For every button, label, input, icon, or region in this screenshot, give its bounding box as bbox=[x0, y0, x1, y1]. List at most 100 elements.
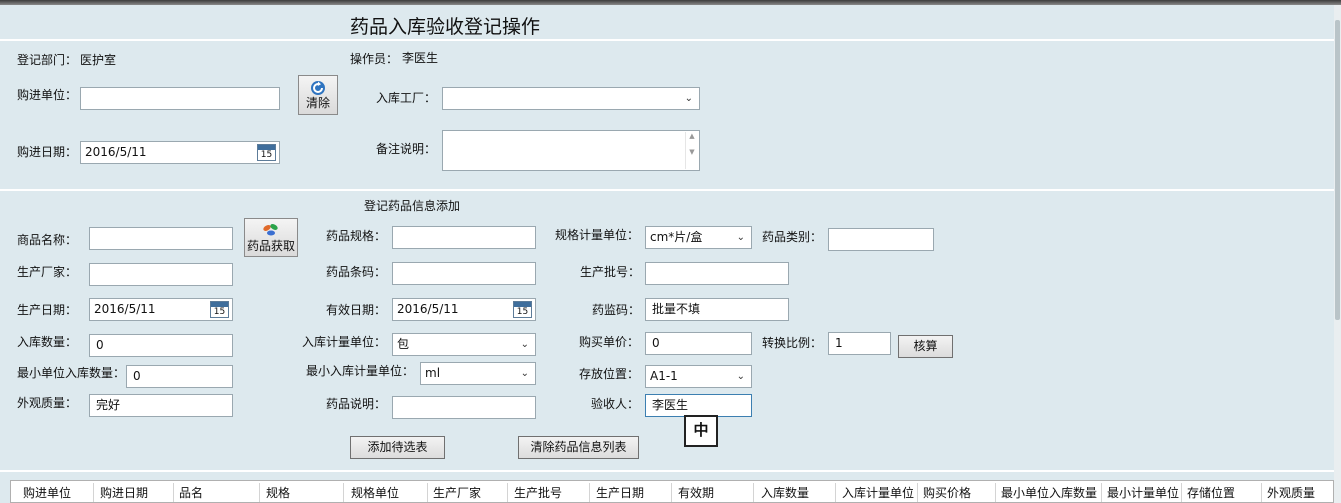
mfg-date-picker[interactable]: 2016/5/11 15 bbox=[89, 298, 233, 321]
grid-separator bbox=[0, 470, 1334, 472]
purchase-date-label: 购进日期： bbox=[17, 145, 78, 159]
supervise-code-input[interactable]: 批量不填 bbox=[645, 298, 789, 321]
vertical-scrollbar-thumb[interactable] bbox=[1335, 20, 1340, 320]
spec-unit-select[interactable]: cm*片/盒 ⌄ bbox=[645, 226, 752, 249]
product-name-label: 商品名称： bbox=[17, 233, 78, 247]
location-value: A1-1 bbox=[650, 369, 678, 383]
grid-col-header[interactable]: 购进日期 bbox=[100, 484, 148, 501]
barcode-label: 药品条码： bbox=[326, 265, 387, 279]
add-to-list-button[interactable]: 添加待选表 bbox=[350, 436, 445, 459]
qty-label: 入库数量： bbox=[17, 335, 78, 349]
remark-scrollbar[interactable]: ▲ ▼ bbox=[685, 132, 698, 169]
unit-value: 包 bbox=[397, 337, 410, 351]
clear-button-label: 清除 bbox=[305, 96, 330, 110]
spec-unit-value: cm*片/盒 bbox=[650, 230, 703, 244]
purchase-date-picker[interactable]: 2016/5/11 15 bbox=[80, 141, 280, 164]
grid-col-header[interactable]: 生产日期 bbox=[596, 484, 644, 501]
drug-list-grid-header: 购进单位 购进日期 品名 规格 规格单位 生产厂家 生产批号 生产日期 有效期 … bbox=[10, 480, 1334, 503]
product-name-input[interactable] bbox=[89, 227, 233, 250]
operator-value: 李医生 bbox=[402, 51, 439, 65]
section-separator bbox=[0, 189, 1334, 191]
supplier-label: 购进单位： bbox=[17, 88, 78, 102]
grid-col-header[interactable]: 最小计量单位 bbox=[1107, 484, 1179, 501]
inspector-label: 验收人： bbox=[591, 397, 640, 411]
chevron-down-icon: ⌄ bbox=[736, 232, 745, 243]
supervise-code-label: 药监码： bbox=[592, 303, 641, 317]
clear-list-button[interactable]: 清除药品信息列表 bbox=[518, 436, 639, 459]
ratio-input[interactable]: 1 bbox=[828, 332, 891, 355]
grid-col-header[interactable]: 生产批号 bbox=[514, 484, 562, 501]
manufacturer-input[interactable] bbox=[89, 263, 233, 286]
manufacturer-label: 生产厂家： bbox=[17, 265, 78, 279]
spec-label: 药品规格： bbox=[326, 229, 387, 243]
grid-col-header[interactable]: 规格 bbox=[266, 484, 290, 501]
chevron-down-icon: ⌄ bbox=[736, 371, 745, 382]
grid-col-header[interactable]: 购买价格 bbox=[923, 484, 971, 501]
inspector-input[interactable]: 李医生 bbox=[645, 394, 752, 417]
appearance-input[interactable]: 完好 bbox=[89, 394, 233, 417]
grid-col-header[interactable]: 外观质量 bbox=[1267, 484, 1315, 501]
min-qty-label: 最小单位入库数量： bbox=[17, 366, 126, 380]
min-qty-input[interactable]: 0 bbox=[126, 365, 233, 388]
grid-col-header[interactable]: 存储位置 bbox=[1187, 484, 1235, 501]
ratio-label: 转换比例： bbox=[762, 336, 823, 350]
get-drug-button[interactable]: 药品获取 bbox=[244, 218, 298, 257]
get-drug-button-label: 药品获取 bbox=[246, 239, 295, 253]
qty-input[interactable]: 0 bbox=[89, 334, 233, 357]
pills-icon bbox=[263, 224, 278, 236]
dept-value: 医护室 bbox=[80, 53, 117, 67]
grid-col-header[interactable]: 品名 bbox=[179, 484, 203, 501]
appearance-label: 外观质量： bbox=[17, 396, 78, 410]
grid-col-header[interactable]: 生产厂家 bbox=[433, 484, 481, 501]
desc-label: 药品说明： bbox=[326, 397, 387, 411]
remark-label: 备注说明： bbox=[376, 142, 437, 156]
remark-textarea[interactable]: ▲ ▼ bbox=[442, 130, 700, 171]
chevron-down-icon: ⌄ bbox=[684, 93, 693, 104]
factory-select[interactable]: ⌄ bbox=[442, 87, 700, 110]
chevron-down-icon: ⌄ bbox=[520, 339, 529, 350]
min-unit-value: ml bbox=[425, 366, 441, 380]
batch-input[interactable] bbox=[645, 262, 789, 285]
section2-title: 登记药品信息添加 bbox=[364, 199, 461, 213]
barcode-input[interactable] bbox=[392, 262, 536, 285]
refresh-icon bbox=[311, 81, 325, 95]
spec-input[interactable] bbox=[392, 226, 536, 249]
mfg-date-value: 2016/5/11 bbox=[94, 302, 156, 316]
purchase-date-value: 2016/5/11 bbox=[85, 145, 147, 159]
exp-date-value: 2016/5/11 bbox=[397, 302, 459, 316]
window-top-edge bbox=[0, 0, 1341, 5]
page-title: 药品入库验收登记操作 bbox=[350, 16, 541, 38]
dept-label: 登记部门： bbox=[17, 53, 78, 67]
spec-unit-label: 规格计量单位： bbox=[555, 228, 640, 242]
clear-button[interactable]: 清除 bbox=[298, 75, 338, 115]
title-separator bbox=[0, 39, 1334, 41]
grid-col-header[interactable]: 规格单位 bbox=[351, 484, 399, 501]
unit-select[interactable]: 包 ⌄ bbox=[392, 333, 536, 356]
location-select[interactable]: A1-1 ⌄ bbox=[645, 365, 752, 388]
exp-date-picker[interactable]: 2016/5/11 15 bbox=[392, 298, 536, 321]
calendar-icon[interactable]: 15 bbox=[257, 144, 276, 161]
min-unit-select[interactable]: ml ⌄ bbox=[420, 362, 536, 385]
price-input[interactable]: 0 bbox=[645, 332, 752, 355]
calendar-icon[interactable]: 15 bbox=[513, 301, 532, 318]
calc-button[interactable]: 核算 bbox=[898, 335, 953, 358]
category-label: 药品类别： bbox=[762, 230, 823, 244]
category-input[interactable] bbox=[828, 228, 934, 251]
location-label: 存放位置： bbox=[579, 367, 640, 381]
chevron-down-icon: ⌄ bbox=[520, 368, 529, 379]
calendar-icon[interactable]: 15 bbox=[210, 301, 229, 318]
ime-indicator[interactable]: 中 bbox=[684, 415, 718, 447]
grid-col-header[interactable]: 最小单位入库数量 bbox=[1001, 484, 1097, 501]
min-unit-label: 最小入库计量单位： bbox=[306, 364, 415, 378]
unit-label: 入库计量单位： bbox=[302, 335, 387, 349]
mfg-date-label: 生产日期： bbox=[17, 303, 78, 317]
exp-date-label: 有效日期： bbox=[326, 303, 387, 317]
grid-col-header[interactable]: 有效期 bbox=[678, 484, 714, 501]
supplier-input[interactable] bbox=[80, 87, 280, 110]
grid-col-header[interactable]: 购进单位 bbox=[23, 484, 71, 501]
desc-input[interactable] bbox=[392, 396, 536, 419]
grid-col-header[interactable]: 入库数量 bbox=[761, 484, 809, 501]
factory-label: 入库工厂： bbox=[376, 91, 437, 105]
grid-col-header[interactable]: 入库计量单位 bbox=[842, 484, 914, 501]
batch-label: 生产批号： bbox=[580, 265, 641, 279]
